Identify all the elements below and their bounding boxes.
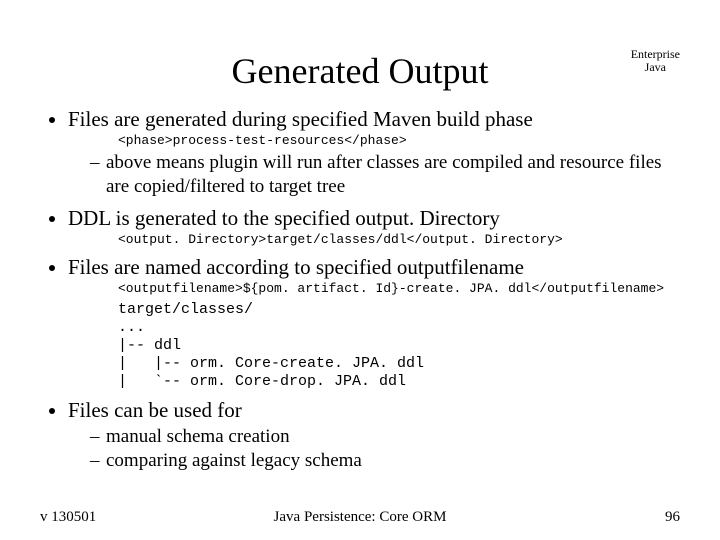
code-outputdir: <output. Directory>target/classes/ddl</o…	[118, 233, 680, 248]
slide: Generated Output Enterprise Java Files a…	[0, 0, 720, 540]
corner-line2: Java	[645, 60, 666, 74]
page-number: 96	[665, 509, 680, 526]
sub-4a-text: manual schema creation	[90, 425, 680, 449]
corner-label: Enterprise Java	[631, 48, 680, 74]
sub-4b-text: comparing against legacy schema	[90, 449, 680, 473]
footer-title: Java Persistence: Core ORM	[40, 509, 680, 526]
bullet-3-text: Files are named according to specified o…	[68, 255, 524, 279]
bullet-4-text: Files can be used for	[68, 398, 242, 422]
corner-line1: Enterprise	[631, 47, 680, 61]
sub-list-1: above means plugin will run after classe…	[68, 151, 680, 199]
sub-1-text: above means plugin will run after classe…	[90, 151, 680, 199]
footer-version: v 130501	[40, 509, 96, 526]
code-outputfilename: <outputfilename>${pom. artifact. Id}-cre…	[118, 282, 680, 297]
page-title: Generated Output	[40, 40, 680, 92]
bullet-list: Files are generated during specified Mav…	[40, 106, 680, 473]
bullet-1: Files are generated during specified Mav…	[68, 106, 680, 199]
file-tree: target/classes/ ... |-- ddl | |-- orm. C…	[118, 301, 680, 391]
bullet-3: Files are named according to specified o…	[68, 254, 680, 391]
bullet-4: Files can be used for manual schema crea…	[68, 397, 680, 473]
bullet-2: DDL is generated to the specified output…	[68, 205, 680, 248]
code-phase: <phase>process-test-resources</phase>	[118, 134, 680, 149]
bullet-1-text: Files are generated during specified Mav…	[68, 107, 533, 131]
header: Generated Output Enterprise Java	[40, 40, 680, 100]
bullet-2-text: DDL is generated to the specified output…	[68, 206, 500, 230]
sub-list-4: manual schema creation comparing against…	[68, 425, 680, 473]
footer: v 130501 Java Persistence: Core ORM 96	[40, 509, 680, 526]
